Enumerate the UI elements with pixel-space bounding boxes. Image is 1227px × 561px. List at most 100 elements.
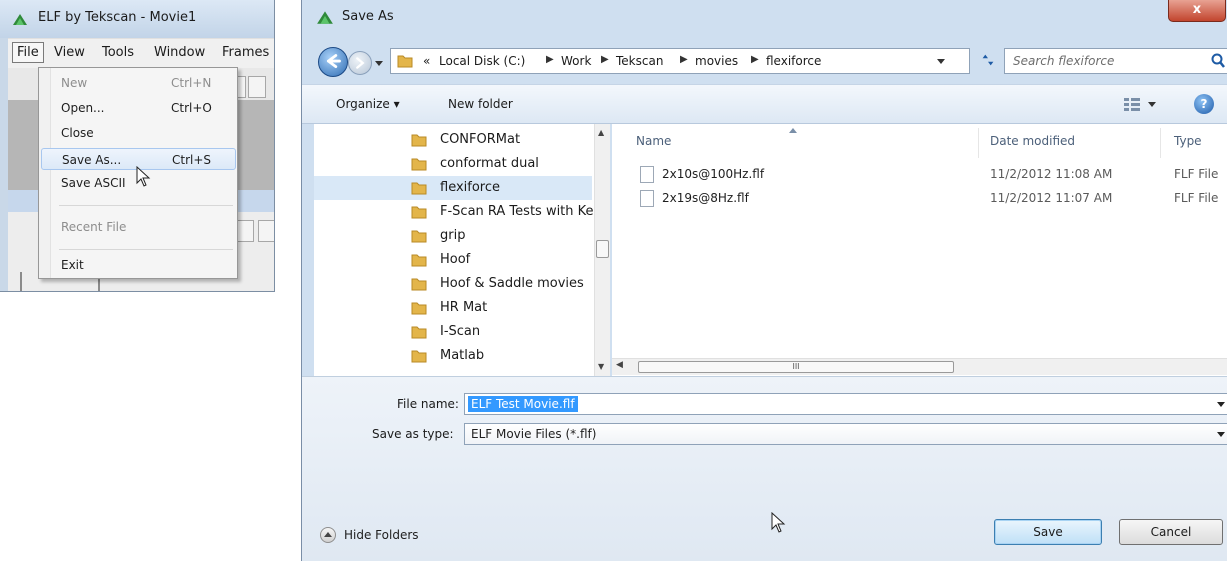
folder-tree-item[interactable]: HR Mat (314, 296, 592, 320)
menu-frames[interactable]: Frames (222, 45, 269, 60)
file-name-label: File name: (397, 397, 459, 411)
menu-item-label: Recent File (61, 220, 127, 234)
breadcrumb-chevron-icon[interactable]: ▶ (680, 54, 688, 65)
back-arrow-icon (326, 54, 341, 69)
elf-menubar: File View Tools Window Frames (8, 38, 274, 68)
folder-name: flexiforce (440, 180, 500, 195)
file-type: FLF File (1174, 167, 1219, 181)
file-name-input[interactable]: ELF Test Movie.flf (464, 393, 1227, 415)
menu-item-shortcut: Ctrl+S (172, 153, 212, 167)
app-icon (317, 11, 333, 24)
chevron-down-icon[interactable] (1217, 402, 1225, 407)
menu-file[interactable]: File (12, 42, 44, 63)
organize-button[interactable]: Organize ▾ (336, 97, 400, 111)
file-date: 11/2/2012 11:08 AM (990, 167, 1113, 181)
folder-tree-item[interactable]: CONFORMat (314, 128, 592, 152)
breadcrumb-chevron-icon[interactable]: ▶ (546, 54, 554, 65)
breadcrumb-chevron-icon[interactable]: ▶ (601, 54, 609, 65)
scroll-up-icon[interactable]: ▲ (598, 128, 604, 137)
column-header-name[interactable]: Name (636, 134, 671, 148)
folder-tree-item[interactable]: conformat dual (314, 152, 592, 176)
folder-icon (411, 158, 427, 171)
folder-name: conformat dual (440, 156, 539, 171)
breadcrumb-movies[interactable]: movies (695, 54, 738, 68)
folder-icon (411, 230, 427, 243)
menu-item-label: Close (61, 126, 94, 140)
close-button[interactable]: x (1168, 0, 1226, 22)
back-button[interactable] (318, 47, 348, 77)
refresh-button[interactable] (975, 48, 1001, 74)
menu-item-close[interactable]: Close (41, 122, 236, 144)
breadcrumb-flexiforce[interactable]: flexiforce (766, 54, 821, 68)
folder-tree-item[interactable]: Hoof & Saddle movies (314, 272, 592, 296)
file-row[interactable]: 2x10s@100Hz.flf 11/2/2012 11:08 AM FLF F… (636, 164, 1227, 184)
menu-separator (59, 205, 233, 206)
views-icon[interactable] (1122, 95, 1158, 113)
cancel-button[interactable]: Cancel (1119, 519, 1223, 545)
file-row[interactable]: 2x19s@8Hz.flf 11/2/2012 11:07 AM FLF Fil… (636, 188, 1227, 208)
menu-item-exit[interactable]: Exit (41, 254, 236, 276)
scroll-left-icon[interactable]: ◀ (616, 360, 623, 370)
breadcrumb-local-disk[interactable]: Local Disk (C:) (439, 54, 525, 68)
column-header-date-modified[interactable]: Date modified (990, 134, 1075, 148)
menu-item-new[interactable]: New Ctrl+N (41, 72, 236, 94)
save-button[interactable]: Save (994, 519, 1102, 545)
folder-tree-item[interactable]: F-Scan RA Tests with Ker (314, 200, 599, 224)
folder-tree-item[interactable]: grip (314, 224, 592, 248)
folder-icon (411, 134, 427, 147)
dialog-title-bar: Save As x (302, 0, 1227, 34)
breadcrumb-overflow[interactable]: « (423, 54, 430, 68)
chevron-down-icon[interactable] (1217, 432, 1225, 437)
file-icon (640, 190, 654, 207)
save-as-type-select[interactable]: ELF Movie Files (*.flf) (464, 423, 1227, 445)
elf-title-bar: ELF by Tekscan - Movie1 (0, 0, 274, 38)
column-header-type[interactable]: Type (1174, 134, 1202, 148)
forward-button[interactable] (348, 51, 372, 75)
menu-item-label: Open... (61, 101, 105, 115)
menu-item-shortcut: Ctrl+O (171, 101, 212, 115)
breadcrumb-chevron-icon[interactable]: ▶ (751, 54, 759, 65)
menu-view[interactable]: View (54, 45, 85, 60)
folder-name: HR Mat (440, 300, 488, 315)
mouse-pointer-icon (771, 512, 786, 533)
address-bar[interactable]: « Local Disk (C:) ▶ Work ▶ Tekscan ▶ mov… (390, 48, 970, 74)
scroll-thumb[interactable]: III (638, 361, 954, 373)
search-icon[interactable] (1210, 53, 1226, 69)
refresh-icon (982, 54, 994, 66)
breadcrumb-work[interactable]: Work (561, 54, 591, 68)
help-icon[interactable]: ? (1194, 94, 1214, 114)
menu-window[interactable]: Window (154, 45, 205, 60)
breadcrumb-tekscan[interactable]: Tekscan (616, 54, 663, 68)
column-divider[interactable] (1160, 128, 1161, 158)
folder-name: I-Scan (440, 324, 481, 339)
folder-tree-item[interactable]: Hoof (314, 248, 592, 272)
toolbar-button[interactable] (248, 76, 266, 98)
vertical-scrollbar[interactable]: ▲ ▼ (594, 124, 610, 376)
elf-window-title: ELF by Tekscan - Movie1 (38, 10, 197, 25)
folder-tree-item[interactable]: flexiforce (314, 176, 592, 200)
toolbar-button[interactable] (236, 220, 254, 242)
folder-name: Hoof & Saddle movies (440, 276, 584, 291)
menu-tools[interactable]: Tools (102, 45, 134, 60)
file-list: Name Date modified Type 2x10s@100Hz.flf … (612, 124, 1227, 376)
forward-arrow-icon (356, 57, 365, 69)
toolbar-button[interactable] (258, 220, 274, 242)
folder-name: grip (440, 228, 466, 243)
menu-item-label: Save As... (62, 153, 122, 167)
scroll-down-icon[interactable]: ▼ (598, 362, 604, 371)
menu-item-recent-file[interactable]: Recent File (41, 216, 236, 238)
new-folder-button[interactable]: New folder (448, 97, 513, 111)
file-name: 2x10s@100Hz.flf (662, 167, 765, 181)
column-divider[interactable] (978, 128, 979, 158)
search-box[interactable]: Search flexiforce (1004, 48, 1227, 74)
recent-locations-icon[interactable] (374, 57, 384, 69)
folder-icon (411, 302, 427, 315)
horizontal-scrollbar[interactable]: ◀ III (612, 358, 1227, 375)
scroll-thumb[interactable] (596, 240, 609, 258)
folder-tree-item[interactable]: I-Scan (314, 320, 592, 344)
menu-item-open[interactable]: Open... Ctrl+O (41, 97, 236, 119)
address-dropdown-icon[interactable] (936, 55, 946, 67)
app-icon (13, 14, 27, 25)
folder-tree-item[interactable]: Matlab (314, 344, 592, 368)
menu-item-label: Save ASCII (61, 176, 126, 190)
